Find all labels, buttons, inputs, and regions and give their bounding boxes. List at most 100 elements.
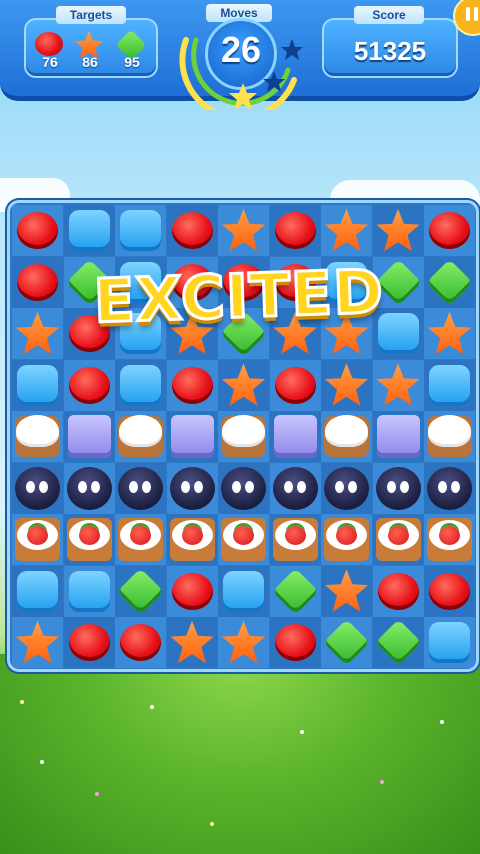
orange-candy[interactable] [324, 208, 369, 252]
ice-candy[interactable] [273, 415, 317, 458]
orange-candy[interactable] [15, 311, 60, 355]
blob-candy[interactable] [118, 466, 163, 510]
orange-candy[interactable] [221, 363, 266, 406]
board-cell[interactable] [115, 617, 166, 668]
board-cell[interactable] [424, 514, 475, 565]
ice-candy[interactable] [67, 415, 111, 458]
orange-candy[interactable] [221, 620, 266, 664]
board-cell[interactable] [321, 411, 372, 462]
red-candy[interactable] [274, 366, 316, 404]
blob-candy[interactable] [324, 466, 369, 510]
orange-candy[interactable] [221, 208, 266, 252]
board-cell[interactable] [218, 205, 269, 256]
red-candy[interactable] [68, 366, 110, 404]
blue-candy[interactable] [68, 570, 110, 612]
board-cell[interactable] [321, 359, 372, 411]
orange-candy[interactable] [324, 363, 369, 406]
red-candy[interactable] [120, 624, 161, 661]
board-cell[interactable] [321, 462, 372, 514]
blue-candy[interactable] [429, 364, 470, 406]
cream-candy[interactable] [15, 415, 60, 457]
board-cell[interactable] [269, 565, 321, 617]
orange-candy[interactable] [376, 208, 420, 252]
board-cell[interactable] [321, 617, 372, 668]
red-candy[interactable] [171, 572, 213, 610]
blue-candy[interactable] [17, 570, 58, 612]
red-candy[interactable] [171, 212, 213, 249]
cream-candy[interactable] [118, 415, 163, 457]
board-cell[interactable] [218, 617, 269, 668]
board-cell[interactable] [115, 462, 166, 514]
board-cell[interactable] [12, 411, 63, 462]
red-candy[interactable] [17, 212, 58, 249]
board-cell[interactable] [424, 359, 475, 411]
red-candy[interactable] [429, 212, 470, 249]
ice-candy[interactable] [170, 415, 214, 458]
board-cell[interactable] [115, 205, 166, 256]
board-cell[interactable] [12, 462, 63, 514]
board-cell[interactable] [115, 565, 166, 617]
board-cell[interactable] [321, 514, 372, 565]
red-candy[interactable] [17, 263, 58, 301]
board-cell[interactable] [63, 359, 115, 411]
tomato-candy[interactable] [427, 518, 472, 561]
board-cell[interactable] [372, 514, 424, 565]
blue-candy[interactable] [120, 364, 161, 406]
board-cell[interactable] [12, 205, 63, 256]
cream-candy[interactable] [324, 415, 369, 457]
tomato-candy[interactable] [15, 518, 60, 561]
orange-candy[interactable] [376, 363, 420, 406]
board-cell[interactable] [424, 617, 475, 668]
blob-candy[interactable] [272, 466, 318, 510]
board-cell[interactable] [63, 617, 115, 668]
board-cell[interactable] [166, 462, 218, 514]
blob-candy[interactable] [169, 466, 215, 510]
green-candy[interactable] [271, 567, 319, 615]
board-cell[interactable] [218, 462, 269, 514]
board-cell[interactable] [166, 205, 218, 256]
board-cell[interactable] [63, 462, 115, 514]
tomato-candy[interactable] [375, 518, 421, 561]
board-cell[interactable] [372, 411, 424, 462]
board-cell[interactable] [372, 462, 424, 514]
orange-candy[interactable] [427, 311, 472, 355]
board-cell[interactable] [63, 205, 115, 256]
blob-candy[interactable] [375, 466, 421, 510]
tomato-candy[interactable] [169, 518, 215, 561]
board-cell[interactable] [115, 359, 166, 411]
tomato-candy[interactable] [221, 518, 266, 561]
red-candy[interactable] [171, 366, 213, 404]
ice-candy[interactable] [376, 415, 420, 458]
board-cell[interactable] [12, 308, 63, 359]
cream-candy[interactable] [221, 415, 266, 457]
blue-candy[interactable] [223, 570, 264, 612]
cream-candy[interactable] [427, 415, 472, 457]
board-cell[interactable] [115, 411, 166, 462]
board-cell[interactable] [166, 617, 218, 668]
tomato-candy[interactable] [324, 518, 369, 561]
board-cell[interactable] [424, 462, 475, 514]
board-cell[interactable] [269, 462, 321, 514]
board-cell[interactable] [218, 359, 269, 411]
board-cell[interactable] [218, 565, 269, 617]
board-cell[interactable] [424, 411, 475, 462]
blue-candy[interactable] [68, 210, 110, 251]
board-cell[interactable] [12, 359, 63, 411]
red-candy[interactable] [274, 212, 316, 249]
board-cell[interactable] [269, 617, 321, 668]
board-cell[interactable] [269, 359, 321, 411]
board-cell[interactable] [269, 205, 321, 256]
blob-candy[interactable] [66, 466, 112, 510]
board-cell[interactable] [12, 565, 63, 617]
blue-candy[interactable] [17, 364, 58, 406]
board-cell[interactable] [12, 514, 63, 565]
board-cell[interactable] [218, 411, 269, 462]
board-cell[interactable] [269, 514, 321, 565]
blob-candy[interactable] [427, 466, 472, 510]
board-cell[interactable] [372, 205, 424, 256]
red-candy[interactable] [68, 624, 110, 661]
tomato-candy[interactable] [118, 518, 163, 561]
board-cell[interactable] [63, 514, 115, 565]
board-cell[interactable] [166, 514, 218, 565]
board-cell[interactable] [218, 514, 269, 565]
